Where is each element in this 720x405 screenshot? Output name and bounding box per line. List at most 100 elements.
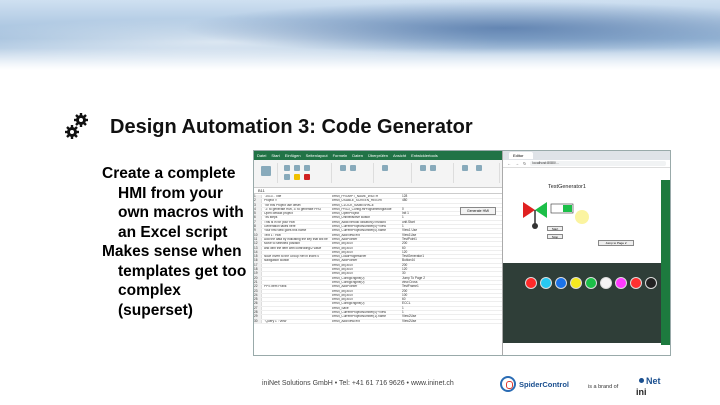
cell[interactable]: #HMI_AddViewText bbox=[332, 320, 402, 323]
cell[interactable]: #HMI_AddExtHookToButton(0 nMacro bbox=[332, 221, 402, 224]
palette-color[interactable] bbox=[570, 277, 582, 289]
cell[interactable]: unit.Start bbox=[402, 220, 442, 224]
palette-color[interactable] bbox=[525, 277, 537, 289]
jump-to-page-button[interactable]: Jump to Page 2 bbox=[598, 240, 634, 246]
cell[interactable] bbox=[262, 307, 332, 310]
cell[interactable]: ' 2: to generate HMI, 3: to generate PRO bbox=[262, 208, 332, 211]
cell[interactable]: 480 bbox=[402, 198, 442, 202]
palette-color[interactable] bbox=[645, 277, 657, 289]
cell[interactable]: #HMI_CurrentProjectNumber(0).name bbox=[332, 229, 402, 232]
cell[interactable]: View2Use bbox=[402, 319, 442, 323]
align-center-icon[interactable] bbox=[350, 165, 356, 171]
cell[interactable]: Project !! bbox=[262, 199, 332, 202]
cell[interactable]: 100 bbox=[402, 293, 442, 297]
cell[interactable]: Add the data by indicating the key that … bbox=[262, 238, 332, 241]
excel-tab[interactable]: Entwicklertools bbox=[411, 153, 438, 158]
sort-icon[interactable] bbox=[462, 165, 468, 171]
cell[interactable]: 60 bbox=[402, 246, 442, 250]
cell[interactable]: ' Query 1 : View bbox=[262, 320, 332, 323]
cell[interactable]: PPS Item Frank bbox=[262, 285, 332, 288]
cell[interactable]: #HMI_obj.xcl.x bbox=[332, 294, 402, 297]
cell[interactable]: #HMI_obj.xcl.x bbox=[332, 264, 402, 267]
palette-color[interactable] bbox=[585, 277, 597, 289]
cell[interactable]: 200 bbox=[402, 263, 442, 267]
excel-tab[interactable]: Start bbox=[271, 153, 279, 158]
cell[interactable]: ECCL bbox=[402, 302, 442, 306]
border-icon[interactable] bbox=[284, 174, 290, 180]
cell[interactable]: #HMI_CurrentProjectNumber(0)+View bbox=[332, 311, 402, 314]
cell[interactable] bbox=[262, 302, 332, 305]
browser-tab[interactable]: Editor bbox=[509, 152, 534, 159]
cell[interactable] bbox=[262, 277, 332, 280]
cell[interactable]: #HMI_obj.xcl.x bbox=[332, 251, 402, 254]
cell[interactable]: This is in for your HMI bbox=[262, 221, 332, 224]
cell[interactable]: #HMI_obj.xcl.x bbox=[332, 298, 402, 301]
cell[interactable] bbox=[262, 264, 332, 267]
cell[interactable]: #HMI_ConfigEngine(0) bbox=[332, 302, 402, 305]
forward-icon[interactable]: → bbox=[515, 161, 519, 166]
palette-color[interactable] bbox=[630, 277, 642, 289]
cell[interactable]: Your first view goes this name bbox=[262, 229, 332, 232]
cell[interactable]: #HMI_PROJ_Config.mProgrammingMode bbox=[332, 208, 402, 211]
cell[interactable] bbox=[262, 298, 332, 301]
fill-color-icon[interactable] bbox=[294, 174, 300, 180]
cell[interactable]: 1 bbox=[402, 306, 442, 310]
excel-tab[interactable]: Einfügen bbox=[285, 153, 301, 158]
find-icon[interactable] bbox=[476, 165, 482, 171]
insert-icon[interactable] bbox=[420, 165, 426, 171]
cell[interactable]: ' 2013 - Title bbox=[262, 195, 332, 198]
cell[interactable] bbox=[262, 290, 332, 293]
cell[interactable]: #HMI_obj.xcl.x bbox=[332, 272, 402, 275]
stop-button[interactable]: Stop bbox=[547, 234, 563, 239]
cell[interactable]: #HMI_AddPointer bbox=[332, 259, 402, 262]
cell[interactable]: #HMI_Uninteractive Button bbox=[332, 216, 402, 219]
cell[interactable]: 200 bbox=[402, 289, 442, 293]
start-button[interactable]: Start bbox=[547, 226, 563, 231]
font-color-icon[interactable] bbox=[304, 174, 310, 180]
cell[interactable]: ' Its steps bbox=[262, 216, 332, 219]
url-input[interactable]: localhost:8080/... bbox=[530, 161, 666, 166]
cell[interactable] bbox=[262, 251, 332, 254]
cell[interactable]: #HMI_LoadProgressRef bbox=[332, 255, 402, 258]
paste-icon[interactable] bbox=[261, 166, 271, 176]
cell[interactable]: #HMI_Save bbox=[332, 307, 402, 310]
cell[interactable]: #HMI_ConfigEngine(0) bbox=[332, 281, 402, 284]
excel-tab[interactable]: Ansicht bbox=[393, 153, 406, 158]
spreadsheet-grid[interactable]: 1 ' 2013 - Title #HMI_PROMPT_NAME_WIDTH 128… bbox=[254, 194, 502, 355]
excel-tab[interactable]: Datei bbox=[257, 153, 266, 158]
align-left-icon[interactable] bbox=[340, 165, 346, 171]
palette-color[interactable] bbox=[540, 277, 552, 289]
palette-color[interactable] bbox=[555, 277, 567, 289]
excel-tab[interactable]: Überprüfen bbox=[368, 153, 388, 158]
back-icon[interactable]: ← bbox=[507, 161, 511, 166]
cell[interactable]: #HMI_CurrentProjectNumber(0)+View bbox=[332, 225, 402, 228]
cell[interactable]: Open default project bbox=[262, 212, 332, 215]
cell[interactable]: ' for this Project use offset bbox=[262, 204, 332, 207]
cell[interactable]: #HMI_obj.xcl.x bbox=[332, 268, 402, 271]
name-box[interactable]: B11 bbox=[258, 188, 265, 193]
cell[interactable]: Text 1 : HMI bbox=[262, 234, 332, 237]
cell[interactable]: Now! Invert to the Group Ref in index 0 bbox=[262, 255, 332, 258]
number-format-icon[interactable] bbox=[382, 165, 388, 171]
table-row[interactable]: 30 ' Query 1 : View #HMI_AddViewText View2U… bbox=[254, 319, 502, 324]
generate-hmi-button[interactable]: Generate HMI bbox=[460, 207, 496, 215]
cell[interactable]: #HMI_CurrentProjectNumber(1).name bbox=[332, 315, 402, 318]
cell[interactable]: #HMI_PROMPT_NAME_WIDTH bbox=[332, 195, 402, 198]
cell[interactable]: Generation takes here bbox=[262, 225, 332, 228]
cell[interactable]: #HMI_CLOCK_NAMESPACE bbox=[332, 204, 402, 207]
cell[interactable]: #HMI_AddPointer bbox=[332, 238, 402, 241]
excel-tab[interactable]: Daten bbox=[352, 153, 363, 158]
cell[interactable]: TestFrame1 bbox=[402, 284, 442, 288]
cell[interactable] bbox=[262, 281, 332, 284]
formula-bar[interactable]: B11 bbox=[254, 188, 502, 194]
cell[interactable]: #HMI_AddViewText bbox=[332, 234, 402, 237]
cell[interactable] bbox=[262, 294, 332, 297]
cell[interactable]: Init 1 bbox=[402, 211, 442, 215]
cell[interactable] bbox=[262, 272, 332, 275]
cell[interactable]: #HMI_OpenProject bbox=[332, 212, 402, 215]
cell[interactable]: Button44 bbox=[402, 259, 442, 263]
palette-color[interactable] bbox=[615, 277, 627, 289]
cell[interactable] bbox=[402, 204, 442, 207]
cell[interactable]: TestPoint1 bbox=[402, 237, 442, 241]
cell[interactable]: #HMI_obj.xcl.x bbox=[332, 290, 402, 293]
